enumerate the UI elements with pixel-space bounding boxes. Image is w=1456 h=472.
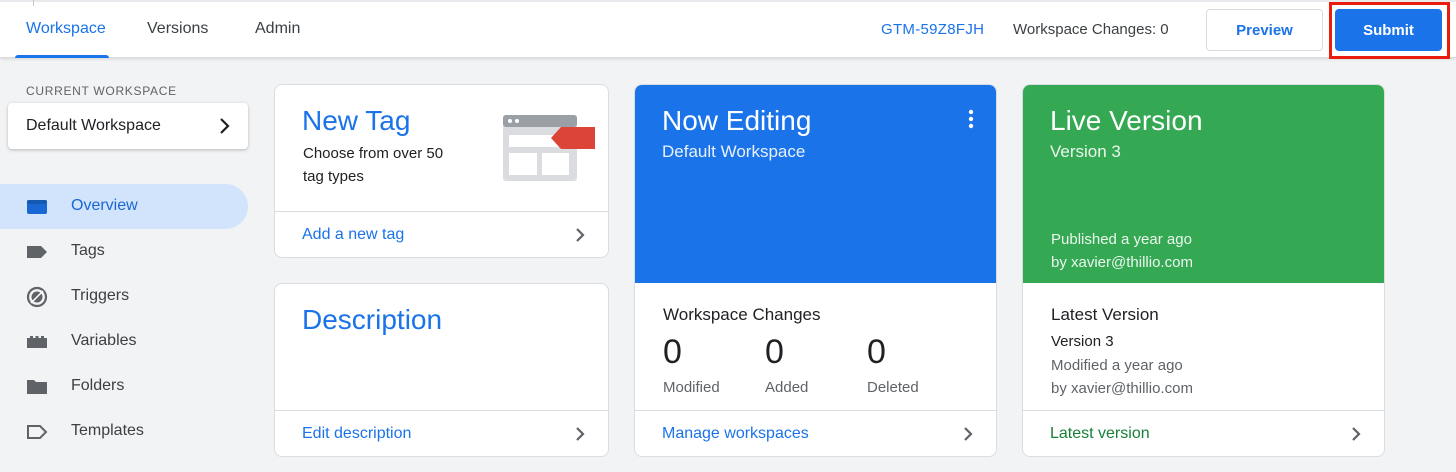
sidebar-item-folders[interactable]: Folders [0,364,248,409]
new-tag-card[interactable]: New Tag Choose from over 50 tag types Ad… [274,84,609,258]
live-version-header: Live Version Version 3 Published a year … [1023,85,1384,283]
description-title: Description [302,304,443,335]
top-divider [0,0,1456,2]
folder-icon [26,377,48,397]
window-edge-mark [33,0,34,6]
modified-line: Modified a year ago [1051,357,1183,374]
live-version-title: Live Version [1050,105,1203,136]
preview-button[interactable]: Preview [1206,9,1323,51]
workspace-selector[interactable]: Default Workspace [8,103,248,149]
sidebar-item-overview[interactable]: Overview [0,184,248,229]
tab-admin[interactable]: Admin [255,20,300,38]
new-tag-title[interactable]: New Tag [302,105,410,137]
current-workspace-label: CURRENT WORKSPACE [26,84,177,98]
add-new-tag-label: Add a new tag [302,225,405,243]
template-icon [26,422,48,442]
now-editing-card: Now Editing Default Workspace Workspace … [634,84,997,457]
sidebar-item-label: Variables [71,332,137,349]
published-line: Published a year ago [1051,231,1192,248]
variables-icon [26,332,48,352]
new-tag-subtitle-line: tag types [303,168,364,185]
workspace-name: Default Workspace [26,117,161,134]
chevron-right-icon [962,426,974,447]
latest-version-number: Version 3 [1051,333,1114,350]
now-editing-title: Now Editing [662,105,812,136]
new-tag-subtitle-line: Choose from over 50 [303,145,444,162]
workspace-changes-title: Workspace Changes [663,305,821,324]
sidebar-item-label: Folders [71,377,125,394]
stat-value: 0 [765,333,784,371]
latest-version-label: Latest version [1050,424,1150,442]
modified-info: Modified a year ago by xavier@thillio.co… [1051,354,1193,400]
trigger-icon [26,286,48,308]
tag-icon [26,242,48,262]
sidebar-item-label: Triggers [71,287,130,304]
container-id-link[interactable]: GTM-59Z8FJH [881,21,984,38]
added-stat: 0 Added [765,335,808,396]
edit-description-label: Edit description [302,424,412,442]
latest-version-link[interactable]: Latest version [1023,410,1384,456]
current-workspace-name: Default Workspace [662,142,806,161]
chevron-right-icon [1350,426,1362,447]
deleted-stat: 0 Deleted [867,335,919,396]
description-card: Description Edit description [274,283,609,457]
sidebar-item-variables[interactable]: Variables [0,319,248,364]
stat-label: Added [765,379,809,396]
new-tag-subtitle: Choose from over 50 tag types [303,142,443,188]
sidebar-item-label: Tags [71,242,105,259]
stat-value: 0 [663,333,682,371]
live-version-card: Live Version Version 3 Published a year … [1022,84,1385,457]
tab-versions[interactable]: Versions [147,20,208,38]
stat-label: Deleted [867,379,919,396]
sidebar-item-tags[interactable]: Tags [0,229,248,274]
submit-button[interactable]: Submit [1335,9,1442,51]
manage-workspaces-label: Manage workspaces [662,424,809,442]
published-line: by xavier@thillio.com [1051,254,1193,271]
chevron-right-icon [574,426,586,447]
overview-icon [26,197,48,217]
stat-label: Modified [663,379,720,396]
tag-illustration-icon [503,115,595,186]
modified-line: by xavier@thillio.com [1051,380,1193,397]
modified-stat: 0 Modified [663,335,720,396]
workspace-changes-count: Workspace Changes: 0 [1013,21,1169,38]
sidebar-item-label: Templates [71,422,144,439]
chevron-right-icon [574,227,586,248]
stat-value: 0 [867,333,886,371]
live-version-number: Version 3 [1050,142,1121,161]
now-editing-header: Now Editing Default Workspace [635,85,996,283]
more-vert-icon[interactable] [968,109,974,134]
top-bar: Workspace Versions Admin GTM-59Z8FJH Wor… [0,0,1456,59]
sidebar-item-templates[interactable]: Templates [0,409,248,454]
latest-version-title: Latest Version [1051,305,1159,324]
chevron-right-icon [216,117,232,140]
edit-description-link[interactable]: Edit description [275,410,608,456]
add-new-tag-link[interactable]: Add a new tag [275,211,608,257]
published-info: Published a year ago by xavier@thillio.c… [1051,228,1193,274]
sidebar-item-triggers[interactable]: Triggers [0,274,248,319]
manage-workspaces-link[interactable]: Manage workspaces [635,410,996,456]
tab-workspace[interactable]: Workspace [26,20,106,38]
active-tab-indicator [15,55,109,58]
sidebar-item-label: Overview [71,197,138,214]
